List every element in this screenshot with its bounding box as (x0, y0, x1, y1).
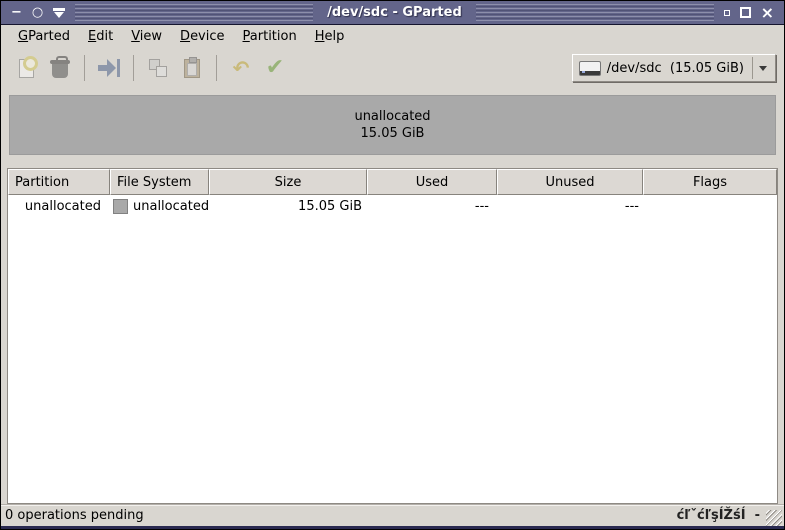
titlebar-stripes (475, 4, 714, 21)
cell-unused: --- (624, 198, 639, 214)
toolbar: ↶ ✔ /dev/sdc (15.05 GiB) (1, 48, 784, 88)
resize-grip[interactable] (766, 510, 782, 526)
device-size-value: (15.05 GiB) (669, 60, 744, 76)
statusbar-overlay-text: ćľˇćľşÍŽśÍ - (676, 508, 760, 523)
toolbar-separator (133, 55, 134, 81)
titlebar-stripes (75, 4, 314, 21)
filesystem-label: unallocated (133, 198, 210, 214)
toolbar-separator (84, 55, 85, 81)
close-icon[interactable]: × (761, 1, 774, 25)
menubar: GParted Edit View Device Partition Help (1, 25, 784, 48)
combo-separator (752, 57, 753, 79)
column-header-used[interactable]: Used (367, 169, 497, 195)
copy-icon (149, 59, 167, 77)
apply-icon: ✔ (265, 55, 285, 80)
table-body: unallocated unallocated 15.05 GiB --- --… (8, 195, 777, 503)
shade-icon[interactable] (53, 7, 66, 18)
cell-size: 15.05 GiB (298, 198, 362, 214)
device-selector[interactable]: /dev/sdc (15.05 GiB) (571, 54, 776, 82)
toolbar-separator (216, 55, 217, 81)
statusbar: 0 operations pending ćľˇćľşÍŽśÍ - (1, 504, 784, 526)
column-header-partition[interactable]: Partition (8, 169, 110, 195)
partition-bar-label: unallocated (354, 109, 431, 124)
titlebar-right-controls: × (714, 1, 784, 24)
cell-filesystem: unallocated (110, 195, 209, 217)
column-header-unused[interactable]: Unused (497, 169, 643, 195)
menu-device[interactable]: Device (171, 27, 233, 46)
device-size (662, 61, 670, 76)
menu-help[interactable]: Help (306, 27, 354, 46)
new-partition-icon (18, 55, 38, 78)
harddisk-icon (578, 60, 601, 76)
disk-visual-area: unallocated 15.05 GiB (1, 88, 784, 162)
table-header: Partition File System Size Used Unused F… (8, 169, 777, 195)
undo-icon: ↶ (232, 56, 250, 80)
column-header-filesystem[interactable]: File System (110, 169, 209, 195)
paste-partition-button[interactable] (177, 53, 207, 83)
paste-icon (184, 56, 200, 78)
titlebar-left-controls: − ○ (1, 1, 75, 24)
copy-partition-button[interactable] (143, 53, 173, 83)
device-path: /dev/sdc (606, 60, 662, 76)
operations-pending-label: 0 operations pending (5, 508, 144, 523)
delete-partition-button[interactable] (45, 53, 75, 83)
minimize-icon[interactable]: − (11, 1, 22, 25)
gparted-window: − ○ /dev/sdc - GParted × GParted Edit Vi… (0, 0, 785, 530)
apply-button[interactable]: ✔ (260, 53, 290, 83)
trash-icon (50, 56, 70, 78)
iconify-icon[interactable] (723, 9, 730, 16)
cell-partition: unallocated (24, 198, 101, 214)
partition-bar-size: 15.05 GiB (360, 126, 425, 141)
column-header-size[interactable]: Size (209, 169, 367, 195)
window-title: /dev/sdc - GParted (327, 5, 462, 20)
menu-gparted[interactable]: GParted (9, 27, 79, 46)
menu-edit[interactable]: Edit (79, 27, 122, 46)
titlebar[interactable]: − ○ /dev/sdc - GParted × (1, 1, 784, 25)
cell-flags (643, 195, 777, 217)
unallocated-partition-bar[interactable]: unallocated 15.05 GiB (9, 95, 776, 155)
maximize-icon[interactable] (739, 7, 751, 18)
new-partition-button[interactable] (11, 53, 41, 83)
column-header-flags[interactable]: Flags (643, 169, 777, 195)
undo-button[interactable]: ↶ (226, 53, 256, 83)
cell-used: --- (474, 198, 489, 214)
resize-move-button[interactable] (94, 53, 124, 83)
window-bottom-frame (1, 526, 784, 529)
menu-view[interactable]: View (122, 27, 171, 46)
filesystem-color-swatch (113, 198, 128, 214)
partition-table: Partition File System Size Used Unused F… (7, 168, 778, 504)
menu-partition[interactable]: Partition (234, 27, 306, 46)
window-menu-icon[interactable]: ○ (32, 1, 43, 25)
chevron-down-icon (759, 65, 767, 71)
resize-arrow-icon (98, 59, 120, 77)
table-row[interactable]: unallocated unallocated 15.05 GiB --- --… (8, 195, 777, 217)
